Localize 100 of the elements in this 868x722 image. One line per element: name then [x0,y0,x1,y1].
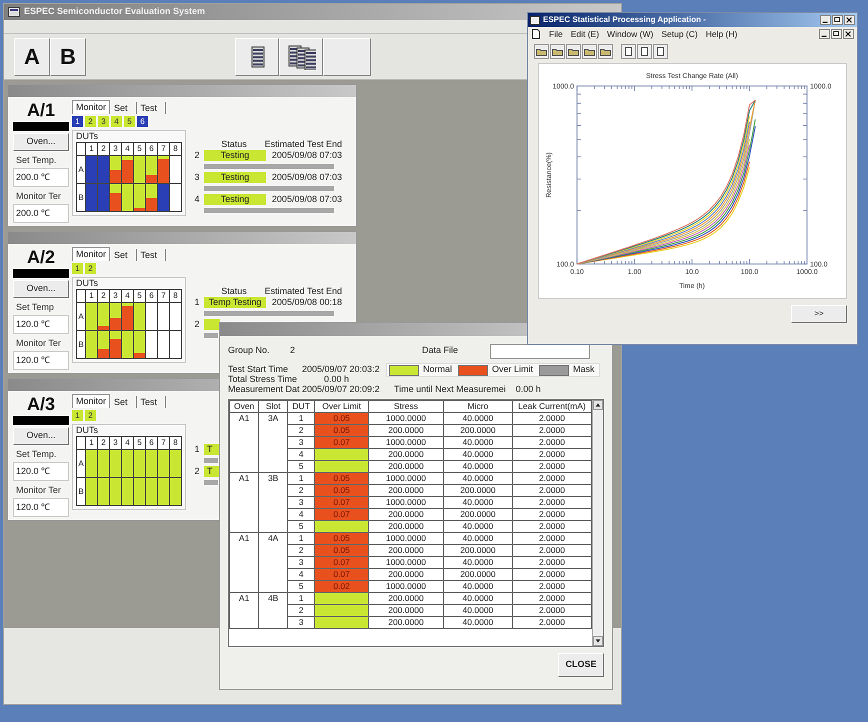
oven-button[interactable]: Oven... [13,427,69,445]
table-cell: 200.0000 [368,568,444,580]
chamber-button[interactable]: A [14,38,50,76]
group-label: DUTs [76,131,98,142]
tab[interactable]: Monitor [72,394,110,408]
table-cell: 2.0000 [512,568,592,580]
table-cell: 2.0000 [512,436,592,448]
table-cell: 200.0000 [443,508,512,520]
toolbar-button[interactable] [582,44,597,58]
minimize-icon[interactable] [819,29,830,39]
table-cell: 1000.0000 [368,472,444,484]
toolbar-button[interactable] [534,44,549,58]
temperature-value: 120.0 ℃ [13,462,69,481]
folder-icon [600,46,611,56]
table-cell: 1000.0000 [368,580,444,592]
over-limit-cell: 0.05 [314,472,368,484]
table-cell: 2.0000 [512,592,592,604]
table-cell: 200.0000 [368,592,444,604]
group-chip[interactable]: 1 [72,263,83,274]
temperature-value: 120.0 ℃ [13,498,69,517]
close-icon[interactable] [844,15,855,25]
group-chip[interactable]: 5 [124,116,135,127]
close-button[interactable]: CLOSE [558,653,604,677]
group-chip[interactable]: 3 [98,116,109,127]
toolbar-button[interactable] [653,44,668,58]
table-cell: 200.0000 [368,508,444,520]
table-cell: 2.0000 [512,580,592,592]
window-title: ESPEC Statistical Processing Application - [543,14,707,26]
row-number: 3 [193,170,200,184]
menu-item[interactable]: Edit (E) [570,28,600,40]
group-chip[interactable]: 2 [85,410,96,421]
table-cell: 2.0000 [512,412,592,424]
group-chip[interactable]: 6 [137,116,148,127]
status-bar [13,416,69,425]
tab[interactable]: Test [136,249,166,261]
table-cell: 40.0000 [443,412,512,424]
folder-icon [568,46,579,56]
table-cell: A1 [230,592,259,628]
column-header: Status [220,138,248,149]
toolbar-button[interactable] [621,44,636,58]
tab[interactable]: Test [136,102,166,114]
tab[interactable]: Monitor [72,100,110,114]
column-header: Leak Current(mA) [512,400,592,412]
table-cell: 200.0000 [368,424,444,436]
toolbar-button[interactable] [566,44,581,58]
test-end-time: 2005/09/08 07:03 [270,192,342,206]
table-cell: 200.0000 [368,448,444,460]
folder-icon [552,46,563,56]
column-header: DUT [288,400,315,412]
over-limit-cell: 0.07 [314,436,368,448]
tab[interactable]: Set [110,102,137,114]
scroll-up-icon[interactable] [593,400,603,410]
maximize-icon[interactable] [831,29,842,39]
table-cell: 40.0000 [443,616,512,628]
table-cell: 200.0000 [443,544,512,556]
menu-item[interactable]: Setup (C) [661,28,698,40]
tab[interactable]: Set [110,396,137,408]
toolbar-button[interactable] [550,44,565,58]
table-cell: 2.0000 [512,544,592,556]
test-end-time: 2005/09/08 07:03 [270,148,342,162]
row-number: 4 [193,192,200,206]
table-cell: 40.0000 [443,472,512,484]
table-cell: 200.0000 [443,484,512,496]
menu-item[interactable]: Help (H) [706,28,738,40]
group-chip[interactable]: 2 [85,116,96,127]
oven-button[interactable]: Oven... [13,280,69,298]
over-limit-cell: 0.05 [314,532,368,544]
table-cell: 200.0000 [368,520,444,532]
table-cell: 2.0000 [512,508,592,520]
maximize-icon[interactable] [832,15,843,25]
over-limit-cell: 0.05 [314,424,368,436]
next-button[interactable]: >> [791,305,847,323]
oven-button[interactable]: Oven... [13,133,69,151]
multi-grid-button[interactable] [279,38,323,76]
toolbar-button[interactable] [598,44,613,58]
legend-label: Over Limit [492,363,534,376]
toolbar-button[interactable] [637,44,652,58]
menu-item[interactable]: Window (W) [607,28,654,40]
minimize-icon[interactable] [820,15,831,25]
table-cell: 2.0000 [512,424,592,436]
tab[interactable]: Test [136,396,166,408]
scroll-down-icon[interactable] [593,636,603,646]
group-label: Monitor Ter [15,337,62,350]
menu-item[interactable]: File [549,28,563,40]
data-file-field[interactable] [490,344,590,358]
group-label: Set Temp. [15,448,58,461]
folder-icon [536,46,547,56]
tab[interactable]: Set [110,249,137,261]
column-header: Over Limit [314,400,368,412]
group-chip[interactable]: 4 [111,116,122,127]
chamber-button[interactable]: B [50,38,86,76]
tab[interactable]: Monitor [72,247,110,261]
window-title: ESPEC Semiconductor Evaluation System [24,5,206,18]
group-chip[interactable]: 2 [85,263,96,274]
close-icon[interactable] [843,29,854,39]
page-icon [639,46,650,56]
row-number: 1 [193,442,200,456]
group-chip[interactable]: 1 [72,116,83,127]
grid-button[interactable] [235,38,279,76]
group-chip[interactable]: 1 [72,410,83,421]
